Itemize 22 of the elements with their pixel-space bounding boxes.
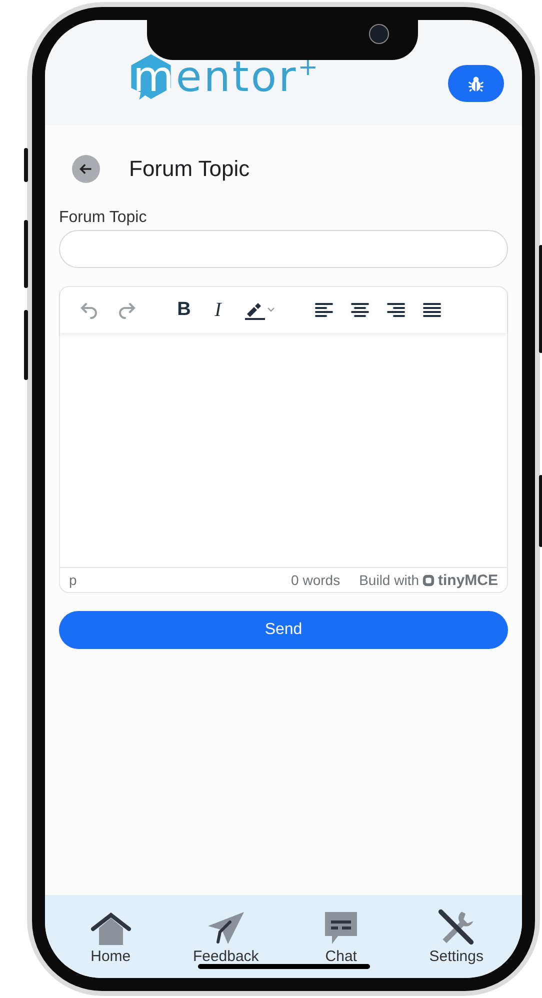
bold-button[interactable]: B [174, 296, 194, 324]
nav-tab[interactable]: Home [60, 907, 161, 965]
bug-report-button[interactable] [448, 65, 504, 102]
house-icon [90, 912, 132, 946]
back-button[interactable] [72, 155, 100, 183]
wrench-screwdriver-icon [437, 908, 476, 946]
word-count: 0 words [291, 572, 340, 588]
tinymce-logo [422, 574, 435, 586]
element-path: p [69, 572, 78, 588]
send-button[interactable]: Send [59, 611, 508, 649]
powered-by-link[interactable]: Build with tinyMCE [359, 572, 498, 588]
bug-icon [467, 74, 485, 92]
nav-tab[interactable]: Chat [291, 907, 392, 965]
nav-tab[interactable]: Feedback [176, 907, 276, 965]
field-label: Forum Topic [59, 209, 148, 227]
camera-icon [369, 24, 389, 44]
page-title: Forum Topic [129, 156, 250, 182]
paper-plane-icon [206, 910, 246, 946]
nav-tab[interactable]: Settings [406, 907, 506, 965]
arrow-left-icon [79, 162, 93, 176]
italic-button[interactable]: I [210, 296, 226, 324]
topic-input-field[interactable] [59, 230, 508, 268]
